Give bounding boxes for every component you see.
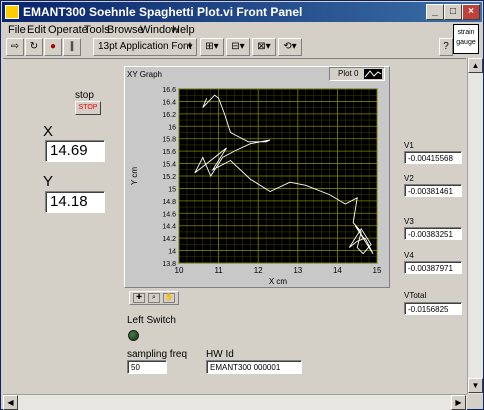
cursor-move-icon[interactable]: ✚ — [133, 293, 145, 303]
menu-tools[interactable]: Tools — [84, 24, 110, 36]
y-tick-label: 14 — [168, 249, 176, 256]
vertical-scrollbar[interactable]: ▲ ▼ — [467, 58, 483, 394]
hwid-label: HW Id — [206, 349, 234, 360]
labview-app-icon — [5, 5, 19, 19]
pause-icon[interactable]: ∥ — [63, 38, 81, 56]
line-swatch-icon — [364, 70, 382, 78]
y-tick-label: 15.6 — [162, 149, 176, 156]
zoom-icon[interactable]: ⌕ — [148, 293, 160, 303]
menu-edit[interactable]: Edit — [27, 24, 46, 36]
run-continuously-icon[interactable]: ↻ — [25, 38, 43, 56]
resize-objects-icon[interactable]: ⊠▾ — [252, 38, 276, 56]
menu-help[interactable]: Help — [172, 24, 195, 36]
y-tick-label: 16.6 — [162, 87, 176, 94]
hwid-indicator: EMANT300 000001 — [206, 360, 302, 374]
x-label: X — [43, 123, 54, 140]
y-tick-label: 16.4 — [162, 99, 176, 106]
pan-hand-icon[interactable]: ✋ — [163, 293, 175, 303]
minimize-icon[interactable]: _ — [426, 4, 444, 20]
scroll-down-icon[interactable]: ▼ — [468, 378, 483, 393]
y-tick-label: 16 — [168, 124, 176, 131]
run-arrow-icon[interactable]: ⇨ — [6, 38, 24, 56]
y-tick-label: 13.8 — [162, 261, 176, 268]
font-select-label: 13pt Application Font — [98, 41, 192, 52]
y-tick-label: 14.6 — [162, 211, 176, 218]
y-label: Y — [43, 173, 54, 190]
y-tick-label: 15 — [168, 186, 176, 193]
labview-front-panel-window: EMANT300 Soehnle Spaghetti Plot.vi Front… — [0, 0, 484, 410]
v4-label: V4 — [404, 251, 414, 260]
menu-bar: File Edit Operate Tools Browse Window He… — [2, 22, 482, 38]
x-tick-label: 15 — [373, 266, 382, 275]
menu-file[interactable]: File — [8, 24, 26, 36]
distribute-objects-icon[interactable]: ⊟▾ — [226, 38, 250, 56]
y-tick-label: 16.2 — [162, 112, 176, 119]
scroll-right-icon[interactable]: ▶ — [451, 395, 466, 410]
graph-palette: ✚ ⌕ ✋ — [129, 291, 179, 305]
toolbar: ⇨ ↻ ● ∥ 13pt Application Font ▼ ⊞▾ ⊟▾ ⊠▾… — [2, 38, 482, 58]
xy-graph[interactable]: 10 11 12 13 14 1513.81414.214.414.614.81515.2… — [125, 81, 389, 289]
stop-button[interactable]: STOP — [75, 101, 101, 115]
vi-icon-label: strain gauge — [456, 29, 476, 46]
y-indicator: 14.18 — [45, 191, 105, 213]
reorder-icon[interactable]: ⟲▾ — [278, 38, 302, 56]
x-tick-label: 14 — [333, 266, 342, 275]
title-bar: EMANT300 Soehnle Spaghetti Plot.vi Front… — [2, 2, 482, 22]
plot-legend[interactable]: Plot 0 — [329, 67, 385, 81]
y-tick-label: 15.4 — [162, 162, 176, 169]
vi-icon: strain gauge — [453, 24, 479, 54]
align-objects-icon[interactable]: ⊞▾ — [200, 38, 224, 56]
horizontal-scrollbar[interactable]: ◀ ▶ — [3, 394, 467, 410]
v3-indicator: -0.00383251 — [404, 227, 462, 240]
vtotal-label: VTotal — [404, 291, 427, 300]
menu-browse[interactable]: Browse — [107, 24, 144, 36]
sampling-freq-input[interactable]: 50 — [127, 360, 167, 374]
close-icon[interactable]: × — [462, 4, 480, 20]
scroll-up-icon[interactable]: ▲ — [468, 58, 483, 73]
graph-title: XY Graph — [127, 70, 162, 79]
legend-swatch — [364, 69, 382, 79]
v4-indicator: -0.00387971 — [404, 261, 462, 274]
x-axis-label: X cm — [269, 277, 288, 286]
y-tick-label: 14.4 — [162, 224, 176, 231]
window-title: EMANT300 Soehnle Spaghetti Plot.vi Front… — [23, 5, 303, 19]
x-tick-label: 13 — [293, 266, 302, 275]
maximize-icon[interactable]: □ — [444, 4, 462, 20]
x-tick-label: 11 — [214, 266, 223, 275]
y-tick-label: 14.8 — [162, 199, 176, 206]
y-axis-label: Y cm — [130, 167, 139, 185]
left-switch-label: Left Switch — [127, 315, 176, 326]
y-tick-label: 15.8 — [162, 137, 176, 144]
v2-indicator: -0.00381461 — [404, 184, 462, 197]
chevron-down-icon: ▼ — [186, 42, 194, 51]
sampling-freq-label: sampling freq — [127, 349, 188, 360]
legend-label: Plot 0 — [338, 69, 359, 78]
x-indicator: 14.69 — [45, 140, 105, 162]
v1-label: V1 — [404, 141, 414, 150]
stop-label: stop — [75, 90, 94, 101]
v2-label: V2 — [404, 174, 414, 183]
menu-operate[interactable]: Operate — [48, 24, 88, 36]
abort-icon[interactable]: ● — [44, 38, 62, 56]
y-tick-label: 15.2 — [162, 174, 176, 181]
x-tick-label: 12 — [254, 266, 263, 275]
vtotal-indicator: -0.0156825 — [404, 302, 462, 315]
help-icon[interactable]: ? — [439, 38, 453, 56]
y-tick-label: 14.2 — [162, 236, 176, 243]
v3-label: V3 — [404, 217, 414, 226]
left-switch-led — [128, 330, 139, 341]
scroll-left-icon[interactable]: ◀ — [3, 395, 18, 410]
font-select[interactable]: 13pt Application Font ▼ — [93, 38, 197, 56]
v1-indicator: -0.00415568 — [404, 151, 462, 164]
